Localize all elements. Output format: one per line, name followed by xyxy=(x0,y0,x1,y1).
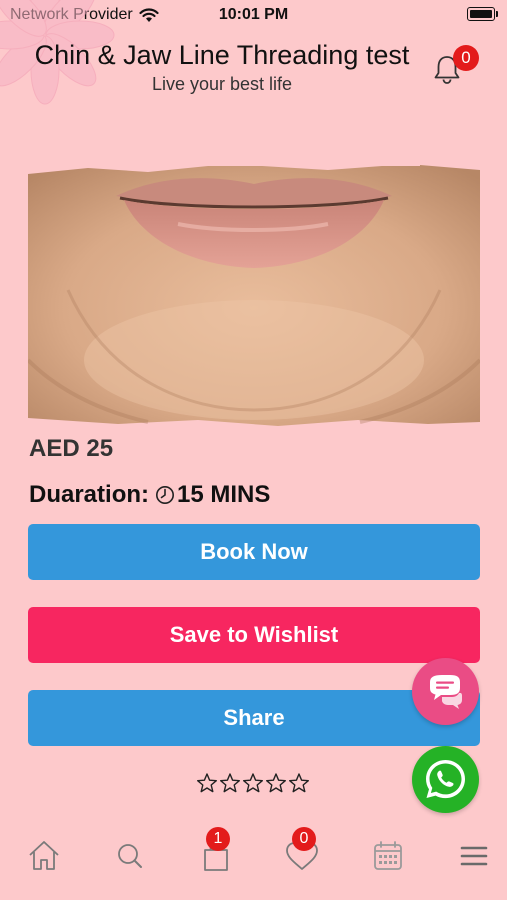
book-now-button[interactable]: Book Now xyxy=(28,524,480,580)
notification-badge: 0 xyxy=(453,45,479,71)
wishlist-badge: 0 xyxy=(292,827,316,851)
tab-home[interactable] xyxy=(24,836,64,876)
clock-icon xyxy=(156,486,174,504)
chin-jaw-photo xyxy=(28,160,480,426)
duration-value: 15 MINS xyxy=(177,481,271,508)
star-icon[interactable] xyxy=(219,772,241,794)
price: AED 25 xyxy=(29,435,114,462)
whatsapp-button[interactable] xyxy=(412,746,479,813)
save-to-wishlist-button[interactable]: Save to Wishlist xyxy=(28,607,480,663)
page-subtitle: Live your best life xyxy=(151,74,293,94)
duration-label: Duaration: xyxy=(29,481,149,508)
calendar-icon xyxy=(374,841,402,870)
menu-icon xyxy=(460,846,488,866)
chat-bubbles-icon xyxy=(430,675,462,709)
star-icon[interactable] xyxy=(196,772,218,794)
tab-menu[interactable] xyxy=(454,836,494,876)
bottom-tab-bar: 1 0 xyxy=(0,822,507,900)
cart-badge: 1 xyxy=(206,827,230,851)
star-icon[interactable] xyxy=(265,772,287,794)
search-icon xyxy=(118,844,142,868)
chat-button[interactable] xyxy=(412,658,479,725)
whatsapp-icon xyxy=(426,760,465,799)
page-title: Chin & Jaw Line Threading test xyxy=(34,40,410,70)
star-rating[interactable] xyxy=(196,772,310,794)
star-icon[interactable] xyxy=(242,772,264,794)
star-icon[interactable] xyxy=(288,772,310,794)
duration-row: Duaration: 15 MINS xyxy=(29,481,270,509)
tab-calendar[interactable] xyxy=(368,836,408,876)
tab-search[interactable] xyxy=(110,836,150,876)
battery-icon xyxy=(467,7,498,21)
home-icon xyxy=(29,841,59,870)
